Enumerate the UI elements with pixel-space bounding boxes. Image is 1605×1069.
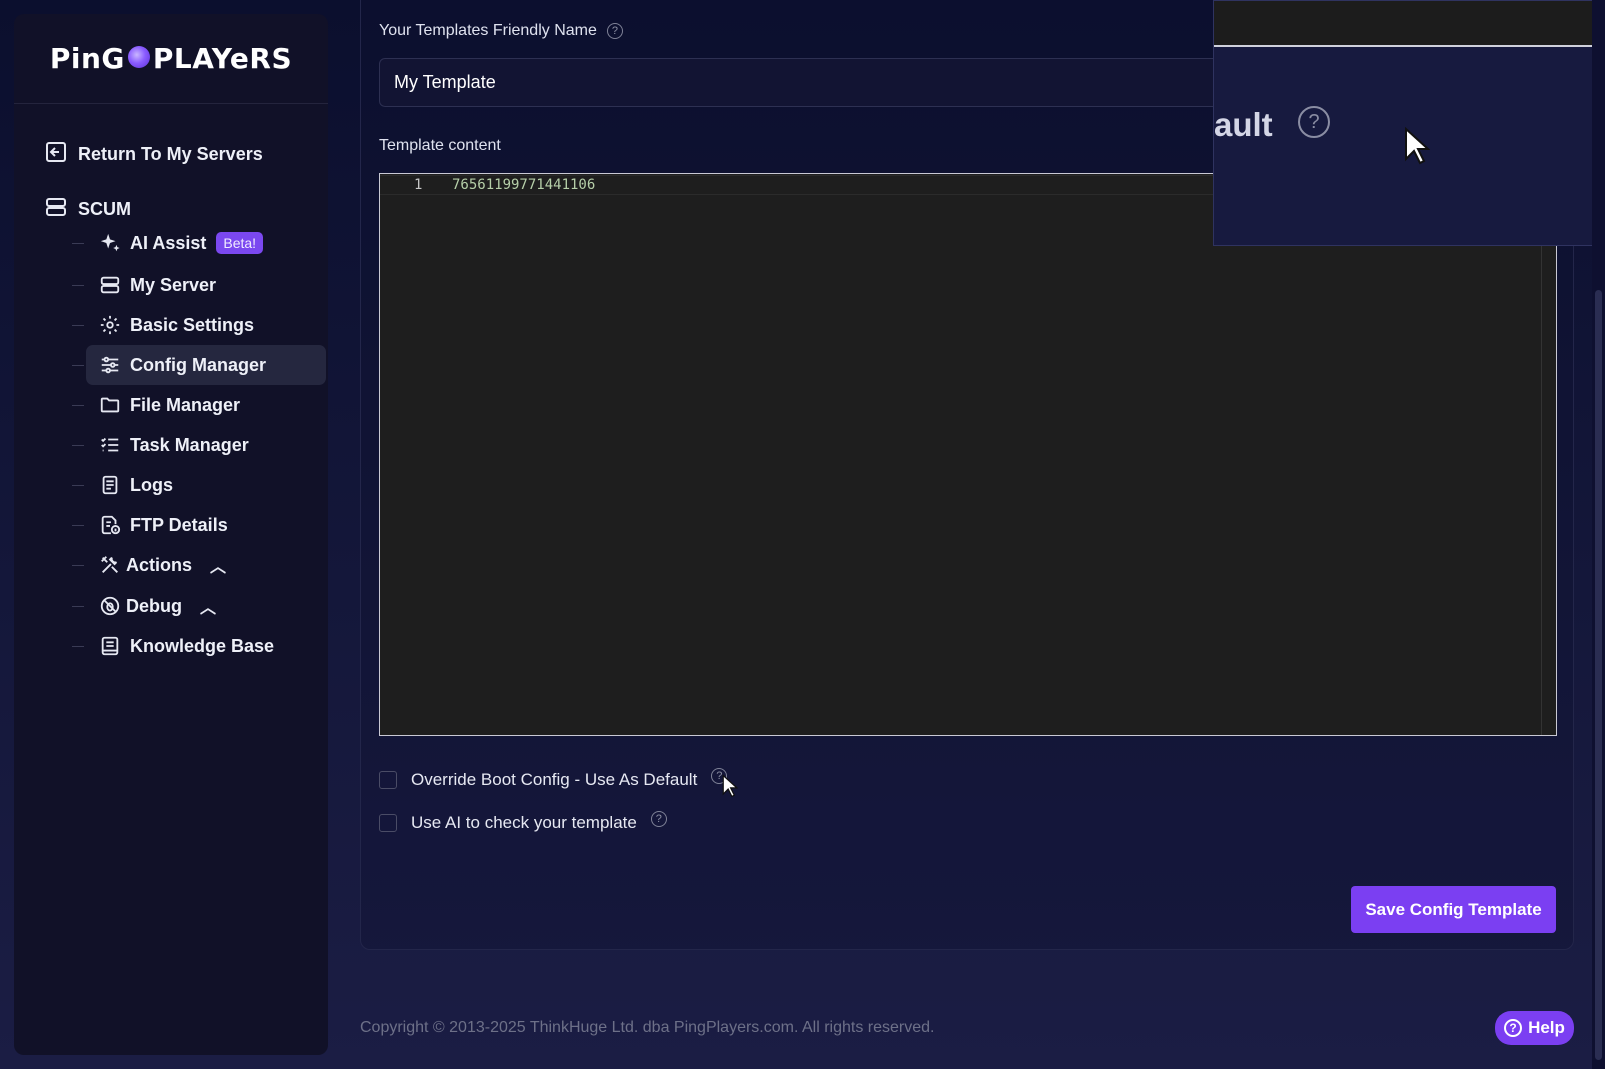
pingplayers-logo[interactable]: PinG PLAYeRS <box>14 14 328 104</box>
chevron-up-icon[interactable]: ︿ <box>200 594 216 618</box>
sidebar-item-config-manager[interactable]: Config Manager <box>72 345 326 385</box>
zoom-magnifier-overlay: ault ? <box>1213 0 1593 246</box>
sparkle-icon <box>98 231 122 255</box>
sidebar-item-label: File Manager <box>130 394 241 415</box>
folder-icon <box>98 393 122 417</box>
return-label: Return To My Servers <box>78 144 263 164</box>
friendly-name-label: Your Templates Friendly Name ? <box>379 22 623 40</box>
editor-line-content[interactable]: 76561199771441106 <box>452 177 595 193</box>
book-icon <box>98 634 122 658</box>
help-button[interactable]: ? Help <box>1495 1011 1574 1045</box>
logo-text-left: PinG <box>49 42 125 75</box>
template-content-label: Template content <box>379 137 501 155</box>
sidebar-item-label: Task Manager <box>130 434 249 455</box>
logo-text-right: PLAYeRS <box>152 42 293 75</box>
gear-icon <box>98 313 122 337</box>
sidebar-item-label: Actions <box>126 554 193 575</box>
page-scrollbar[interactable] <box>1592 0 1605 1069</box>
tree-dash <box>72 564 84 566</box>
help-circle-icon[interactable]: ? <box>606 23 623 39</box>
friendly-name-label-text: Your Templates Friendly Name <box>379 22 597 39</box>
sidebar-item-label: Basic Settings <box>130 314 255 335</box>
code-editor[interactable]: 1 76561199771441106 <box>379 173 1557 736</box>
help-button-label: Help <box>1528 1018 1565 1037</box>
logo-orb-icon <box>127 45 150 68</box>
beta-badge: Beta! <box>216 232 264 254</box>
chevron-up-icon[interactable]: ︿ <box>210 553 226 577</box>
tree-dash <box>72 404 84 406</box>
template-content-label-text: Template content <box>379 137 501 154</box>
sidebar-item-basic-settings[interactable]: Basic Settings <box>72 305 326 345</box>
editor-scrollbar[interactable] <box>1541 174 1542 735</box>
sidebar-item-label: Knowledge Base <box>130 635 275 656</box>
page-scrollbar-thumb[interactable] <box>1595 290 1602 1060</box>
tools-icon <box>98 553 122 577</box>
tree-dash <box>72 364 84 366</box>
sidebar-item-file-manager[interactable]: File Manager <box>72 385 326 425</box>
help-circle-icon[interactable]: ? <box>650 811 667 827</box>
tree-dash <box>72 284 84 286</box>
sidebar-item-knowledge-base[interactable]: Knowledge Base <box>72 626 326 666</box>
override-boot-config-checkbox[interactable] <box>379 771 397 789</box>
tree-dash <box>72 242 84 244</box>
checklist-icon <box>98 433 122 457</box>
game-label: SCUM <box>78 199 131 219</box>
sliders-icon <box>98 353 122 377</box>
sidebar-item-ai-assist[interactable]: AI Assist Beta! <box>72 223 326 263</box>
copyright-text: Copyright © 2013-2025 ThinkHuge Ltd. dba… <box>360 1019 935 1036</box>
tree-dash <box>72 484 84 486</box>
override-boot-config-label: Override Boot Config - Use As Default <box>411 770 698 789</box>
sidebar-item-logs[interactable]: Logs <box>72 465 326 505</box>
bug-icon <box>98 594 122 618</box>
zoom-text: ault <box>1214 106 1273 143</box>
document-icon <box>98 473 122 497</box>
sidebar: PinG PLAYeRS Return To My Servers SCUM A… <box>14 14 328 1055</box>
ai-check-checkbox[interactable] <box>379 814 397 832</box>
sidebar-item-label: Debug <box>126 595 182 616</box>
file-info-icon <box>98 513 122 537</box>
tree-dash <box>72 645 84 647</box>
return-to-servers-link[interactable]: Return To My Servers <box>44 140 263 169</box>
sidebar-item-ftp-details[interactable]: FTP Details <box>72 505 326 545</box>
mouse-cursor-icon <box>722 774 738 798</box>
tree-dash <box>72 605 84 607</box>
zoom-help-circle-icon: ? <box>1298 106 1330 138</box>
sidebar-item-task-manager[interactable]: Task Manager <box>72 425 326 465</box>
tree-dash <box>72 324 84 326</box>
editor-line-number: 1 <box>414 177 423 193</box>
sidebar-item-my-server[interactable]: My Server <box>72 265 326 305</box>
sidebar-item-label: Logs <box>130 474 173 495</box>
game-scum-item[interactable]: SCUM <box>44 195 131 224</box>
ai-check-label: Use AI to check your template <box>411 813 637 832</box>
override-boot-config-row[interactable]: Override Boot Config - Use As Default ? <box>379 768 728 790</box>
sidebar-item-debug[interactable]: Debug ︿ <box>72 586 326 626</box>
tree-dash <box>72 524 84 526</box>
question-circle-icon: ? <box>1504 1019 1523 1037</box>
sidebar-item-label: Config Manager <box>130 354 267 375</box>
tree-dash <box>72 444 84 446</box>
mouse-cursor-icon <box>1405 127 1430 165</box>
sidebar-item-label: My Server <box>130 274 217 295</box>
app-page: PinG PLAYeRS Return To My Servers SCUM A… <box>0 0 1605 1069</box>
save-config-template-button[interactable]: Save Config Template <box>1351 886 1556 933</box>
ai-check-row[interactable]: Use AI to check your template ? <box>379 811 667 833</box>
sidebar-item-label: FTP Details <box>130 514 228 535</box>
sidebar-item-label: AI Assist <box>130 232 207 253</box>
zoom-input-strip <box>1214 1 1592 47</box>
server-icon <box>98 273 122 297</box>
server-stack-icon <box>44 195 68 224</box>
sidebar-item-actions[interactable]: Actions ︿ <box>72 545 326 585</box>
arrow-left-box-icon <box>44 140 68 169</box>
